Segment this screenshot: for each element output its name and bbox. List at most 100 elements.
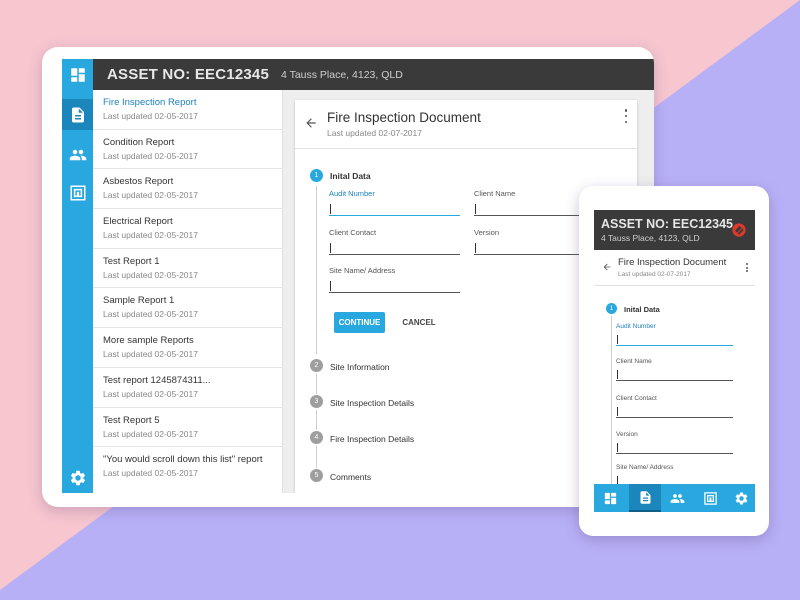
audit-number-input[interactable] [329,204,460,216]
version-label: Version [616,431,638,438]
report-name: Fire Inspection Report [103,97,197,108]
people-icon [69,149,86,160]
step-label-initial-data[interactable]: Inital Data [624,305,660,314]
document-title: Fire Inspection Document [327,110,481,125]
report-item-test-long[interactable]: Test report 1245874311... Last updated 0… [93,368,282,408]
nav-tag[interactable] [62,177,93,208]
more-menu-icon[interactable] [623,109,629,123]
audit-number-input[interactable] [616,335,733,346]
asset-address: 4 Tauss Place, 4123, QLD [281,68,403,81]
report-name: Electrical Report [103,216,173,228]
dashboard-icon [70,67,85,82]
report-item-test-5[interactable]: Test Report 5 Last updated 02-05-2017 [93,408,282,448]
tag-icon [70,185,85,200]
client-name-field[interactable]: Client Name [616,358,733,381]
report-date: Last updated 02-05-2017 [103,150,198,161]
step-connector [316,186,317,354]
step-number-1: 1 [310,169,323,182]
report-date: Last updated 02-05-2017 [103,468,198,479]
report-name: Condition Report [103,136,175,148]
document-subtitle: Last updated 02-07-2017 [618,271,691,278]
report-date: Last updated 02-05-2017 [103,428,198,439]
step-label-comments[interactable]: Comments [330,472,371,482]
tablet-device: ASSET NO: EEC12345 4 Tauss Place, 4123, … [42,47,654,507]
report-name: Test report 1245874311... [103,374,211,386]
report-item-more-samples[interactable]: More sample Reports Last updated 02-05-2… [93,328,282,368]
site-name-label: Site Name/ Address [329,266,396,275]
step-number-2: 2 [310,359,323,372]
nav-settings[interactable] [62,462,93,493]
site-name-field[interactable]: Site Name/ Address [329,266,460,293]
report-name: "You would scroll down this list" report [103,454,263,466]
client-contact-input[interactable] [616,407,733,418]
report-name: Sample Report 1 [103,295,175,307]
nav-reports[interactable] [62,99,93,130]
asset-number: ASSET NO: EEC12345 [107,66,269,83]
tag-icon [703,491,717,505]
cancel-button[interactable]: CANCEL [395,312,443,333]
report-item-electrical[interactable]: Electrical Report Last updated 02-05-201… [93,209,282,249]
client-contact-label: Client Contact [616,395,657,402]
continue-button[interactable]: CONTINUE [334,312,385,333]
document-icon [640,490,650,504]
report-name: Test Report 5 [103,414,160,426]
report-item-scroll-hint[interactable]: "You would scroll down this list" report… [93,447,282,487]
step-label-fire-inspection-details[interactable]: Fire Inspection Details [330,434,414,444]
document-card-header: Fire Inspection Document Last updated 02… [594,250,755,286]
audit-number-field[interactable]: Audit Number [329,189,460,216]
report-date: Last updated 02-05-2017 [103,388,198,399]
report-item-condition[interactable]: Condition Report Last updated 02-05-2017 [93,130,282,170]
client-contact-field[interactable]: Client Contact [329,228,460,255]
step-connector [316,374,317,394]
report-date: Last updated 02-05-2017 [103,111,198,121]
document-icon [71,107,84,122]
report-item-test-1[interactable]: Test Report 1 Last updated 02-05-2017 [93,249,282,289]
back-arrow-icon[interactable] [602,262,612,272]
nav-dashboard[interactable] [62,59,93,90]
tablet-header-bar: ASSET NO: EEC12345 4 Tauss Place, 4123, … [93,59,654,90]
version-input[interactable] [616,443,733,454]
site-name-input[interactable] [329,281,460,293]
more-menu-icon[interactable] [745,263,749,272]
report-item-fire-inspection[interactable]: Fire Inspection Report Last updated 02-0… [93,90,282,130]
site-name-label: Site Name/ Address [616,464,674,471]
audit-number-label: Audit Number [329,189,375,198]
dashboard-icon [604,492,616,504]
step-number-1: 1 [606,303,617,314]
nav-people[interactable] [661,484,693,512]
client-name-label: Client Name [616,358,652,365]
tablet-screen: ASSET NO: EEC12345 4 Tauss Place, 4123, … [62,59,654,493]
step-number-5: 5 [310,469,323,482]
step-label-initial-data[interactable]: Inital Data [330,171,371,181]
report-name: More sample Reports [103,335,194,347]
phone-header-bar: ASSET NO: EEC12345 4 Tauss Place, 4123, … [594,210,755,250]
step-label-site-information[interactable]: Site Information [330,362,390,372]
report-item-sample-1[interactable]: Sample Report 1 Last updated 02-05-2017 [93,288,282,329]
nav-settings[interactable] [725,484,755,512]
step-connector [316,446,317,468]
step-connector [611,316,612,486]
nav-people[interactable] [62,139,93,170]
client-contact-input[interactable] [329,243,460,255]
report-list: Fire Inspection Report Last updated 02-0… [93,90,283,493]
step-number-4: 4 [310,431,323,444]
report-date: Last updated 02-05-2017 [103,269,198,280]
step-connector [316,410,317,430]
step-label-site-inspection-details[interactable]: Site Inspection Details [330,398,414,408]
version-field[interactable]: Version [616,431,733,454]
client-contact-field[interactable]: Client Contact [616,395,733,418]
audit-number-field[interactable]: Audit Number [616,323,733,346]
back-arrow-icon[interactable] [304,116,318,130]
report-item-asbestos[interactable]: Asbestos Report Last updated 02-05-2017 [93,169,282,210]
report-date: Last updated 02-05-2017 [103,230,198,241]
gear-icon [735,492,747,504]
document-title: Fire Inspection Document [618,257,727,268]
report-date: Last updated 02-05-2017 [103,190,198,201]
nav-dashboard[interactable] [594,484,626,512]
report-date: Last updated 02-05-2017 [103,349,198,360]
nav-reports[interactable] [629,484,661,512]
client-name-input[interactable] [616,370,733,381]
phone-bottom-nav [594,484,755,512]
phone-screen: ASSET NO: EEC12345 4 Tauss Place, 4123, … [594,210,755,512]
nav-tag[interactable] [694,484,726,512]
